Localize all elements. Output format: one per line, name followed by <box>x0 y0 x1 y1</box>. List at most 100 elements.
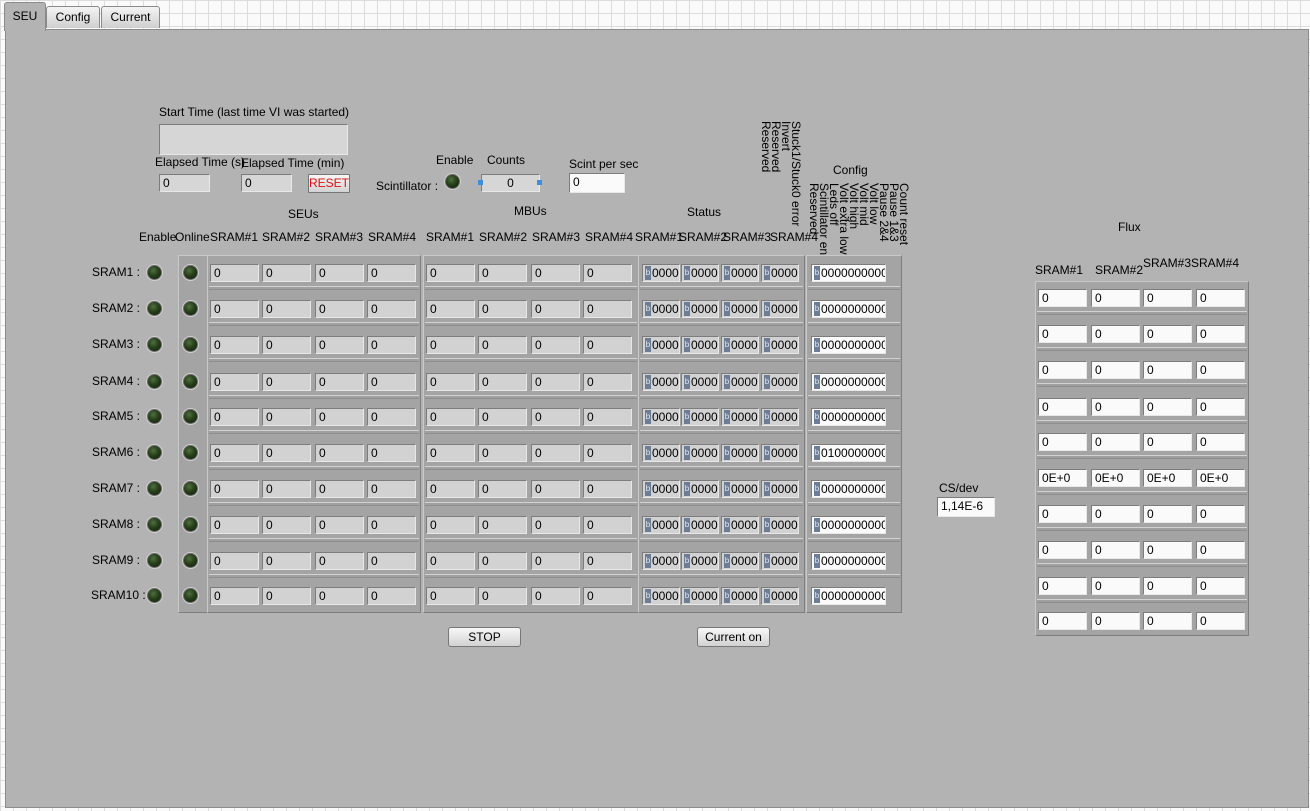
array-separator <box>1037 563 1247 567</box>
radix-indicator[interactable]: b <box>684 302 690 316</box>
radix-indicator[interactable]: b <box>724 410 730 424</box>
radix-indicator[interactable]: b <box>764 266 770 280</box>
config-value[interactable]: b 0000000000 <box>811 480 886 498</box>
enable-led[interactable] <box>147 553 162 568</box>
tab-current-label: Current <box>110 10 151 24</box>
radix-indicator[interactable]: b <box>814 482 820 496</box>
config-value[interactable]: b 0000000000 <box>811 300 886 318</box>
counts-resize-handle-left[interactable] <box>478 180 483 185</box>
radix-indicator[interactable]: b <box>814 410 820 424</box>
config-value[interactable]: b 0000000000 <box>811 408 886 426</box>
seu-value: 0 <box>262 480 311 498</box>
radix-indicator[interactable]: b <box>724 482 730 496</box>
scintillator-enable-led[interactable] <box>445 174 460 189</box>
enable-led[interactable] <box>147 374 162 389</box>
radix-indicator[interactable]: b <box>814 518 820 532</box>
seu-value: 0 <box>367 336 416 354</box>
radix-indicator[interactable]: b <box>724 589 730 603</box>
status-value: b 0000 <box>721 373 759 391</box>
radix-indicator[interactable]: b <box>764 410 770 424</box>
reset-button[interactable]: RESET <box>308 174 350 193</box>
radix-indicator[interactable]: b <box>645 266 651 280</box>
radix-indicator[interactable]: b <box>724 554 730 568</box>
cs-dev-field[interactable]: 1,14E-6 <box>937 497 995 517</box>
status-value: b 0000 <box>721 408 759 426</box>
status-value: b 0000 <box>761 444 799 462</box>
radix-indicator[interactable]: b <box>684 338 690 352</box>
counts-resize-handle-right[interactable] <box>537 180 542 185</box>
radix-indicator[interactable]: b <box>684 446 690 460</box>
mbu-col-header: SRAM#2 <box>479 230 528 244</box>
enable-led[interactable] <box>147 265 162 280</box>
radix-indicator[interactable]: b <box>645 554 651 568</box>
radix-indicator[interactable]: b <box>724 518 730 532</box>
current-on-button[interactable]: Current on <box>697 627 770 647</box>
config-value[interactable]: b 0000000000 <box>811 373 886 391</box>
radix-indicator[interactable]: b <box>814 554 820 568</box>
enable-led[interactable] <box>147 517 162 532</box>
enable-led[interactable] <box>147 301 162 316</box>
config-value[interactable]: b 0000000000 <box>811 587 886 605</box>
config-value[interactable]: b 0000000000 <box>811 264 886 282</box>
radix-indicator[interactable]: b <box>764 446 770 460</box>
radix-indicator[interactable]: b <box>764 518 770 532</box>
array-separator <box>640 286 803 290</box>
radix-indicator[interactable]: b <box>764 589 770 603</box>
tab-config[interactable]: Config <box>46 6 100 28</box>
radix-indicator[interactable]: b <box>645 375 651 389</box>
online-led <box>183 374 198 389</box>
radix-indicator[interactable]: b <box>645 410 651 424</box>
enable-led[interactable] <box>147 337 162 352</box>
radix-indicator[interactable]: b <box>645 338 651 352</box>
enable-led[interactable] <box>147 481 162 496</box>
enable-led[interactable] <box>147 445 162 460</box>
tab-seu[interactable]: SEU <box>4 2 46 31</box>
radix-indicator[interactable]: b <box>764 375 770 389</box>
mbu-value: 0 <box>478 516 527 534</box>
radix-indicator[interactable]: b <box>684 554 690 568</box>
status-value: b 0000 <box>642 336 680 354</box>
radix-indicator[interactable]: b <box>814 266 820 280</box>
enable-led[interactable] <box>147 409 162 424</box>
radix-indicator[interactable]: b <box>814 446 820 460</box>
radix-indicator[interactable]: b <box>645 518 651 532</box>
radix-indicator[interactable]: b <box>764 554 770 568</box>
radix-indicator[interactable]: b <box>764 302 770 316</box>
scintillator-label: Scintillator : <box>376 179 439 193</box>
radix-indicator[interactable]: b <box>724 338 730 352</box>
radix-indicator[interactable]: b <box>645 589 651 603</box>
radix-indicator[interactable]: b <box>814 302 820 316</box>
radix-indicator[interactable]: b <box>684 482 690 496</box>
scint-enable-label: Enable <box>436 153 474 167</box>
flux-value: 0 <box>1143 433 1192 451</box>
tab-current[interactable]: Current <box>101 6 160 28</box>
radix-indicator[interactable]: b <box>684 375 690 389</box>
enable-led[interactable] <box>147 588 162 603</box>
mbu-value: 0 <box>583 408 632 426</box>
config-value[interactable]: b 0000000000 <box>811 336 886 354</box>
radix-indicator[interactable]: b <box>645 482 651 496</box>
radix-indicator[interactable]: b <box>684 518 690 532</box>
flux-value: 0 <box>1196 612 1245 630</box>
flux-value: 0 <box>1196 289 1245 307</box>
radix-indicator[interactable]: b <box>645 302 651 316</box>
radix-indicator[interactable]: b <box>764 338 770 352</box>
array-separator <box>209 395 419 399</box>
radix-indicator[interactable]: b <box>684 589 690 603</box>
radix-indicator[interactable]: b <box>684 266 690 280</box>
radix-indicator[interactable]: b <box>724 302 730 316</box>
config-value[interactable]: b 0100000000 <box>811 444 886 462</box>
radix-indicator[interactable]: b <box>814 338 820 352</box>
radix-indicator[interactable]: b <box>724 446 730 460</box>
radix-indicator[interactable]: b <box>684 410 690 424</box>
radix-indicator[interactable]: b <box>724 266 730 280</box>
flux-value: 0 <box>1038 289 1087 307</box>
radix-indicator[interactable]: b <box>724 375 730 389</box>
stop-button[interactable]: STOP <box>448 627 521 647</box>
config-value[interactable]: b 0000000000 <box>811 516 886 534</box>
radix-indicator[interactable]: b <box>764 482 770 496</box>
config-value[interactable]: b 0000000000 <box>811 552 886 570</box>
radix-indicator[interactable]: b <box>645 446 651 460</box>
radix-indicator[interactable]: b <box>814 375 820 389</box>
radix-indicator[interactable]: b <box>814 589 820 603</box>
